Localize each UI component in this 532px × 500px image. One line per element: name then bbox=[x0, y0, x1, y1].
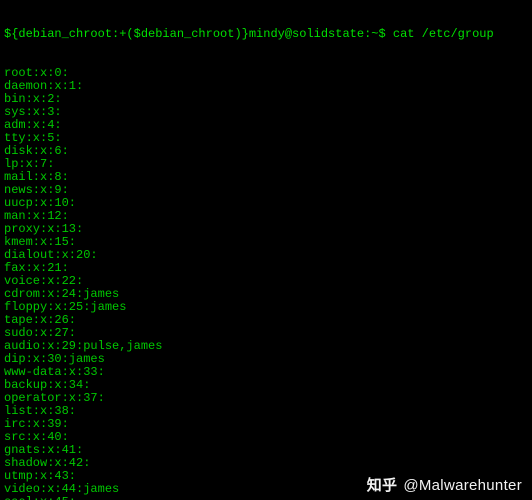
group-line: floppy:x:25:james bbox=[4, 301, 528, 314]
group-line: news:x:9: bbox=[4, 184, 528, 197]
terminal-output[interactable]: ${debian_chroot:+($debian_chroot)}mindy@… bbox=[0, 0, 532, 500]
group-line: mail:x:8: bbox=[4, 171, 528, 184]
prompt-command: cat /etc/group bbox=[393, 27, 494, 41]
group-line: disk:x:6: bbox=[4, 145, 528, 158]
group-line: proxy:x:13: bbox=[4, 223, 528, 236]
shell-prompt-line: ${debian_chroot:+($debian_chroot)}mindy@… bbox=[4, 28, 528, 41]
group-line: dialout:x:20: bbox=[4, 249, 528, 262]
group-line: list:x:38: bbox=[4, 405, 528, 418]
group-line: lp:x:7: bbox=[4, 158, 528, 171]
prompt-user-host: mindy@solidstate:~$ bbox=[249, 27, 386, 41]
prompt-chroot: ${debian_chroot:+($debian_chroot)} bbox=[4, 27, 249, 41]
group-line: adm:x:4: bbox=[4, 119, 528, 132]
group-line: tty:x:5: bbox=[4, 132, 528, 145]
group-file-contents: root:x:0:daemon:x:1:bin:x:2:sys:x:3:adm:… bbox=[4, 67, 528, 500]
group-line: sasl:x:45: bbox=[4, 496, 528, 500]
group-line: operator:x:37: bbox=[4, 392, 528, 405]
group-line: tape:x:26: bbox=[4, 314, 528, 327]
group-line: irc:x:39: bbox=[4, 418, 528, 431]
zhihu-logo-text: 知乎 bbox=[367, 479, 398, 492]
group-line: bin:x:2: bbox=[4, 93, 528, 106]
group-line: sys:x:3: bbox=[4, 106, 528, 119]
group-line: shadow:x:42: bbox=[4, 457, 528, 470]
watermark: 知乎 @Malwarehunter bbox=[367, 479, 522, 492]
watermark-handle: @Malwarehunter bbox=[403, 479, 522, 492]
group-line: uucp:x:10: bbox=[4, 197, 528, 210]
group-line: daemon:x:1: bbox=[4, 80, 528, 93]
